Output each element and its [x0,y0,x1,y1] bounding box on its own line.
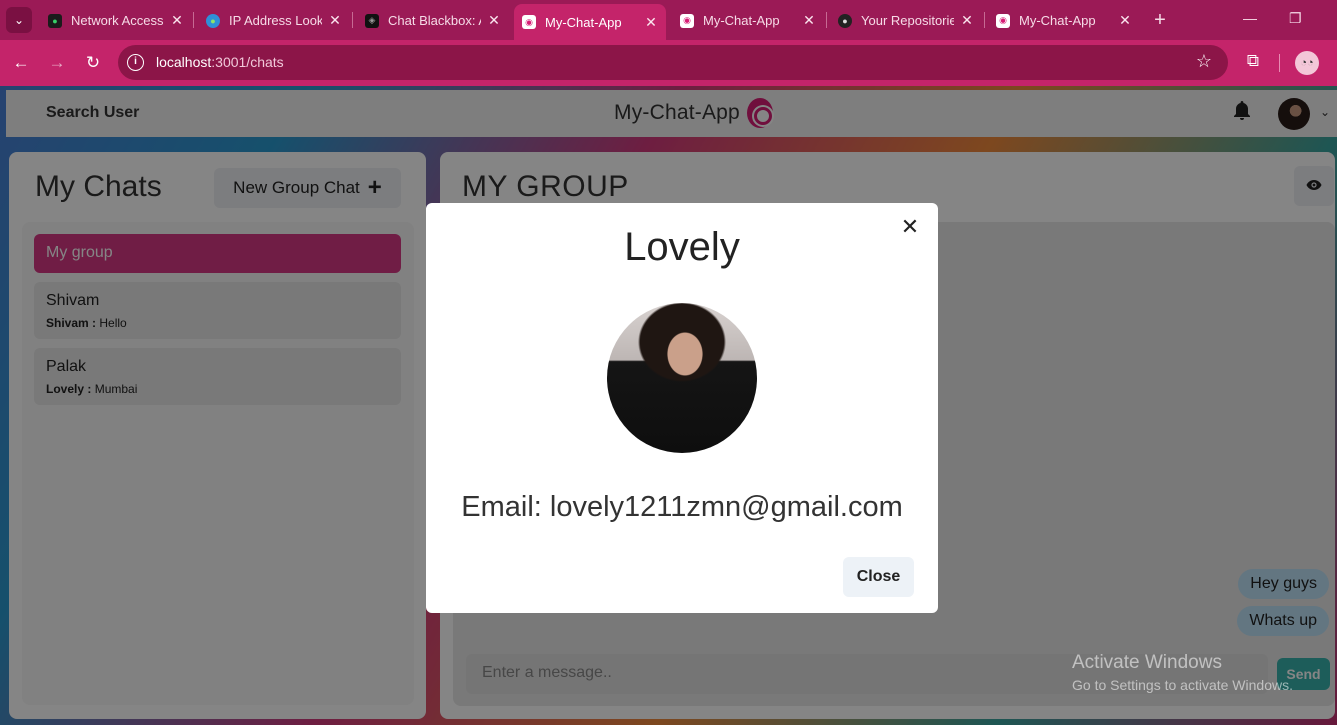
blackbox-icon: ◈ [365,13,379,28]
globe-icon: ● [206,13,220,28]
reload-icon[interactable]: ↻ [80,50,106,76]
extensions-puzzle-icon[interactable]: ⧉ [1242,51,1264,73]
forward-arrow-icon[interactable]: → [44,50,70,76]
back-arrow-icon[interactable]: ← [8,50,34,76]
tab-title: My-Chat-App [703,13,780,28]
close-tab-icon[interactable]: ✕ [960,12,974,29]
browser-tab[interactable]: ● Network Access ✕ [40,6,192,35]
profile-email: Email: lovely1211zmn@gmail.com [461,491,903,523]
close-button[interactable]: Close [843,557,914,597]
address-bar[interactable]: i localhost:3001/chats ☆ [118,45,1228,80]
tab-title: Chat Blackbox: A [388,13,481,28]
close-tab-icon[interactable]: ✕ [802,12,816,29]
close-tab-icon[interactable]: ✕ [1118,12,1132,29]
browser-tab-active[interactable]: ◉ My-Chat-App ✕ [514,4,666,40]
watermark-subtitle: Go to Settings to activate Windows. [1072,677,1293,693]
browser-tab[interactable]: ● IP Address Looku ✕ [198,6,350,35]
tab-title: IP Address Looku [229,13,322,28]
restore-icon[interactable]: ❐ [1289,10,1302,27]
browser-tab[interactable]: ● Your Repositorie ✕ [830,6,982,35]
close-tab-icon[interactable]: ✕ [328,12,342,29]
tab-title: Network Access [71,13,164,28]
tab-title: My-Chat-App [545,14,622,30]
site-info-icon[interactable]: i [127,54,144,71]
page-background: Search User My-Chat-App ⌄ My Chats New G… [0,86,1337,725]
new-tab-plus-icon[interactable]: + [1150,8,1170,32]
bookmark-star-icon[interactable]: ☆ [1196,51,1212,72]
watermark-title: Activate Windows [1072,652,1222,673]
url-text: localhost:3001/chats [156,54,284,70]
close-tab-icon[interactable]: ✕ [170,12,184,29]
profile-avatar-icon[interactable]: ◔◔ [1295,51,1319,75]
minimize-icon[interactable]: — [1243,10,1257,26]
profile-modal: ✕ Lovely Email: lovely1211zmn@gmail.com … [426,203,938,613]
browser-toolbar: ← → ↻ i localhost:3001/chats ☆ ⧉ ◔◔ [0,40,1337,86]
mongodb-leaf-icon: ● [48,13,62,28]
tab-title: My-Chat-App [1019,13,1096,28]
chat-app-icon: ◉ [680,13,694,28]
github-icon: ● [838,13,852,28]
close-tab-icon[interactable]: ✕ [487,12,501,29]
browser-tab[interactable]: ◈ Chat Blackbox: A ✕ [357,6,509,35]
tab-title: Your Repositorie [861,13,954,28]
browser-tab-bar: ⌄ ● Network Access ✕ ● IP Address Looku … [0,0,1337,40]
profile-photo [607,303,757,453]
browser-tab[interactable]: ◉ My-Chat-App ✕ [672,6,824,35]
browser-tab[interactable]: ◉ My-Chat-App ✕ [988,6,1140,35]
chat-app-icon: ◉ [996,13,1010,28]
chat-app-icon: ◉ [522,15,536,29]
tab-search-chevron-icon[interactable]: ⌄ [6,7,32,33]
modal-title: Lovely [624,225,740,269]
activate-windows-watermark: Activate Windows Go to Settings to activ… [1072,652,1293,693]
close-tab-icon[interactable]: ✕ [644,14,658,31]
